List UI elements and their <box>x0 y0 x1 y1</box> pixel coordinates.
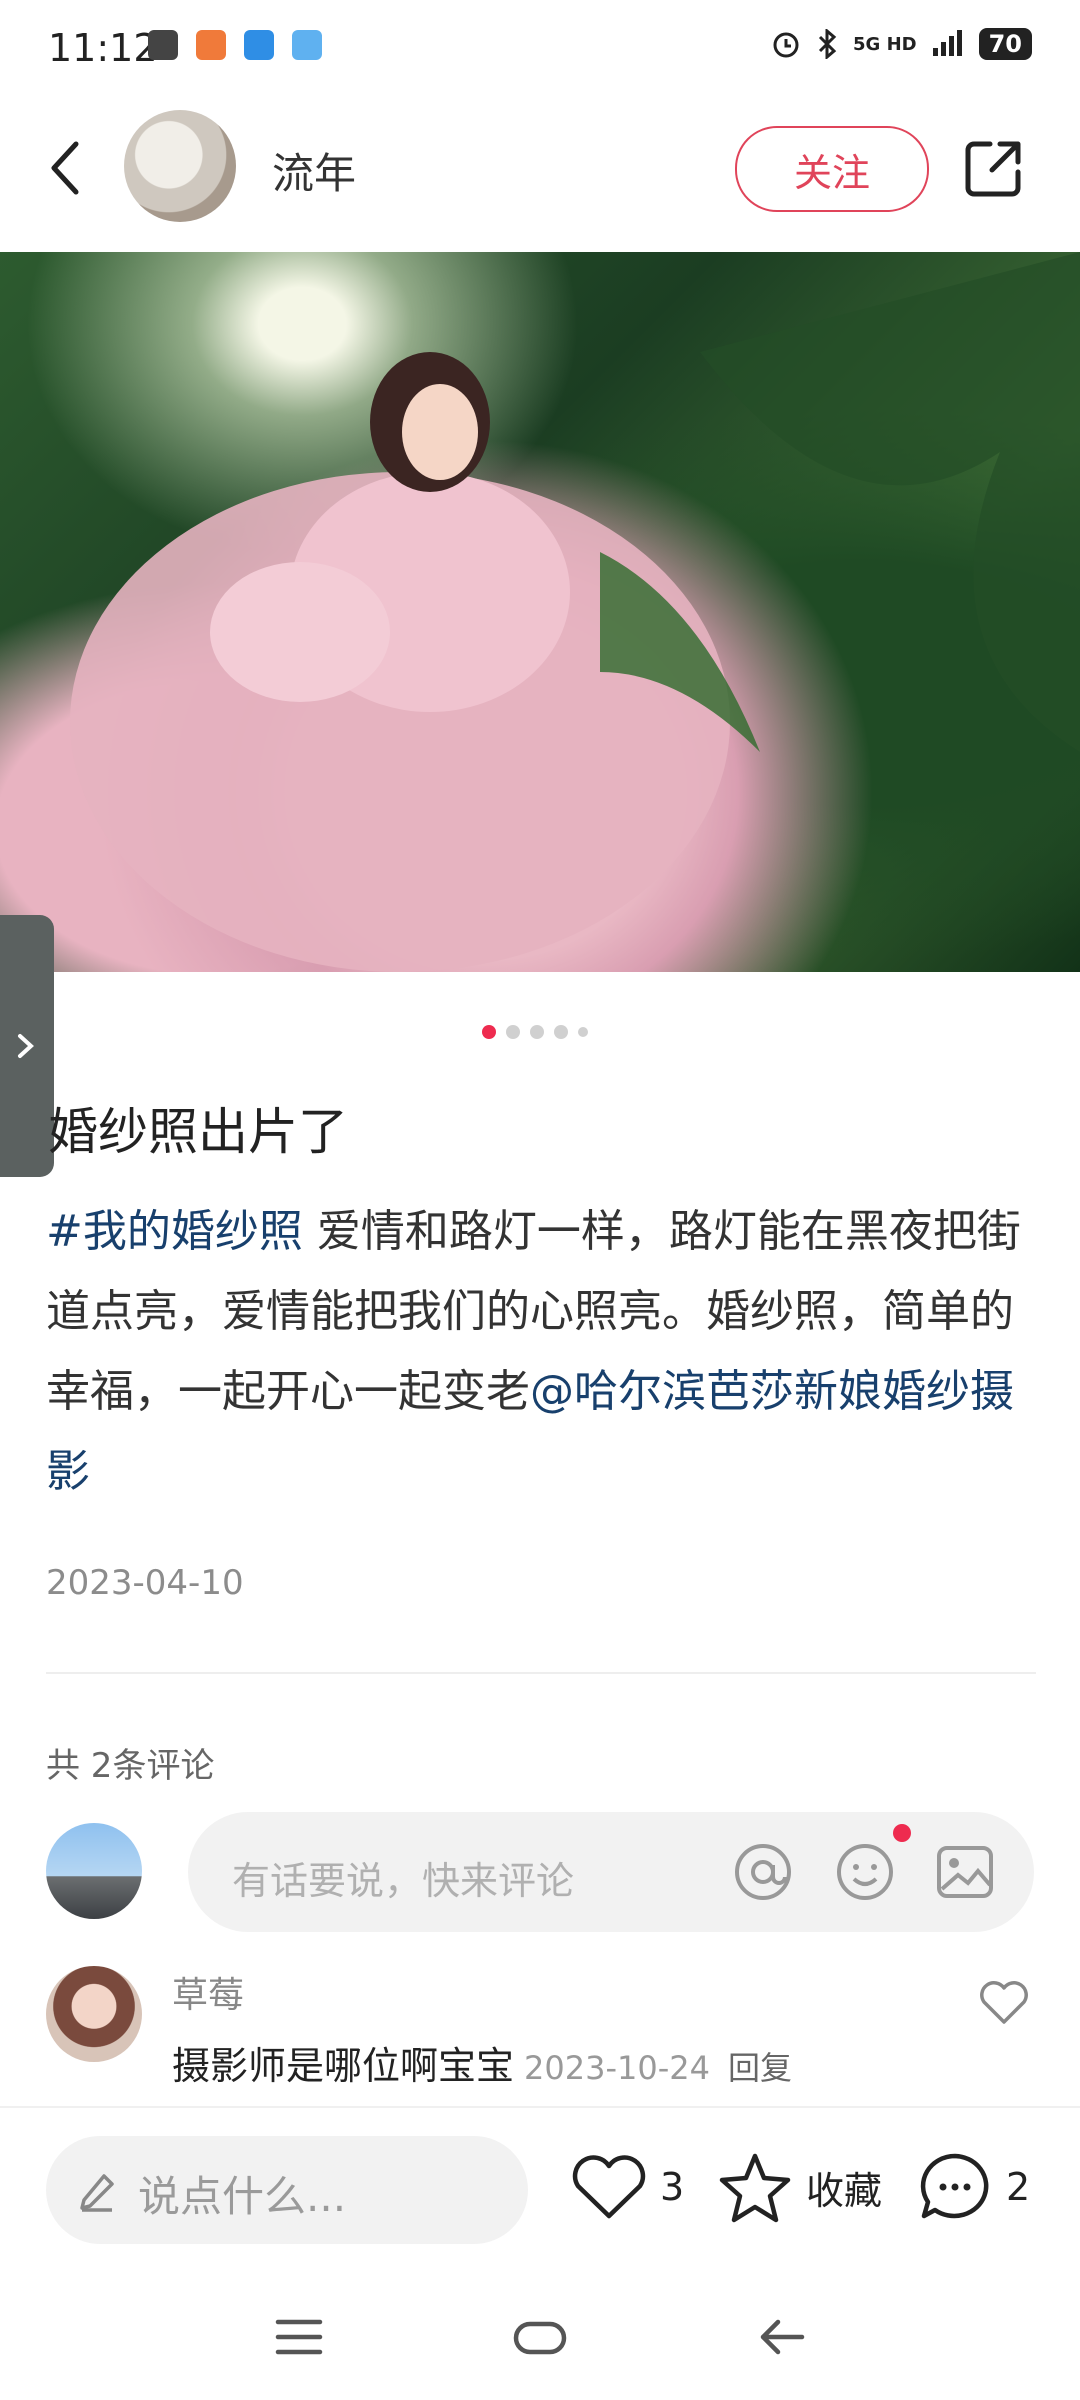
battery-level: 70 <box>978 28 1032 60</box>
follow-button[interactable]: 关注 <box>735 126 929 212</box>
comment-date: 2023-10-24 <box>524 2049 710 2087</box>
post-date: 2023-04-10 <box>46 1563 244 1603</box>
comment-text: 摄影师是哪位啊宝宝 <box>172 2044 515 2088</box>
author-avatar[interactable] <box>124 110 236 222</box>
home-icon <box>513 2321 567 2355</box>
commenter-avatar[interactable] <box>46 1966 142 2062</box>
divider <box>46 1672 1036 1674</box>
app-notification-icon <box>292 30 322 60</box>
carousel-dot <box>482 1025 496 1039</box>
image-icon[interactable] <box>934 1841 996 1903</box>
status-notification-icons <box>148 30 322 60</box>
carousel-dot <box>554 1025 568 1039</box>
comment-like-button[interactable] <box>976 1974 1032 2030</box>
emoji-icon[interactable] <box>834 1841 896 1903</box>
nav-recent-apps-button[interactable] <box>274 2316 324 2358</box>
bluetooth-icon <box>818 29 837 59</box>
hashtag-link[interactable]: #我的婚纱照 <box>46 1206 303 1257</box>
signal-icon <box>932 30 962 56</box>
chevron-right-icon <box>18 1034 34 1058</box>
pencil-icon <box>74 2166 120 2212</box>
arrow-left-icon <box>760 2319 805 2355</box>
commenter-name[interactable]: 草莓 <box>172 1966 244 2018</box>
carousel-dot <box>530 1025 544 1039</box>
side-expand-tab[interactable] <box>0 915 54 1177</box>
post-title: 婚纱照出片了 <box>48 1103 348 1161</box>
menu-icon <box>275 2319 323 2355</box>
app-notification-icon <box>196 30 226 60</box>
bottom-divider <box>0 2106 1080 2108</box>
star-icon <box>719 2153 791 2223</box>
nav-home-button[interactable] <box>512 2318 568 2358</box>
like-count: 3 <box>660 2165 685 2209</box>
carousel-dot <box>578 1027 588 1037</box>
post-image[interactable] <box>0 252 1080 972</box>
network-label: 5G HD <box>853 33 917 55</box>
favorite-label: 收藏 <box>806 2168 883 2213</box>
reply-button[interactable]: 回复 <box>728 2049 792 2087</box>
share-button[interactable] <box>962 136 1026 200</box>
chevron-left-icon <box>51 141 79 195</box>
back-button[interactable] <box>40 128 90 208</box>
post-body: #我的婚纱照 爱情和路灯一样，路灯能在黑夜把街道点亮，爱情能把我们的心照亮。婚纱… <box>46 1192 1036 1512</box>
heart-icon <box>572 2155 646 2219</box>
bride-photo-illustration <box>70 252 1080 972</box>
status-right: 5G HD 70 <box>771 28 1032 60</box>
comment-button[interactable]: 2 <box>916 2150 1030 2224</box>
comment-text-row: 摄影师是哪位啊宝宝 2023-10-24 回复 <box>172 2035 792 2090</box>
author-name[interactable]: 流年 <box>272 140 356 201</box>
status-time: 11:12 <box>48 26 158 70</box>
comment-count: 共 2条评论 <box>46 1746 215 1786</box>
say-something-placeholder: 说点什么... <box>138 2172 347 2221</box>
comment-bubble-icon <box>920 2153 989 2219</box>
comment-count-bottom: 2 <box>1006 2165 1031 2209</box>
like-button[interactable]: 3 <box>570 2150 684 2224</box>
carousel-dot <box>506 1025 520 1039</box>
comment-input-placeholder: 有话要说，快来评论 <box>232 1859 575 1903</box>
favorite-button[interactable]: 收藏 <box>716 2150 882 2224</box>
alarm-icon <box>773 32 799 58</box>
nav-back-button[interactable] <box>756 2312 808 2362</box>
share-icon <box>965 141 1021 197</box>
my-avatar <box>46 1823 142 1919</box>
emoji-new-badge <box>893 1824 911 1842</box>
wechat-icon <box>148 30 178 60</box>
app-notification-icon <box>244 30 274 60</box>
at-mention-icon[interactable] <box>732 1841 794 1903</box>
carousel-indicator <box>482 1025 588 1039</box>
heart-icon <box>980 1981 1028 2024</box>
